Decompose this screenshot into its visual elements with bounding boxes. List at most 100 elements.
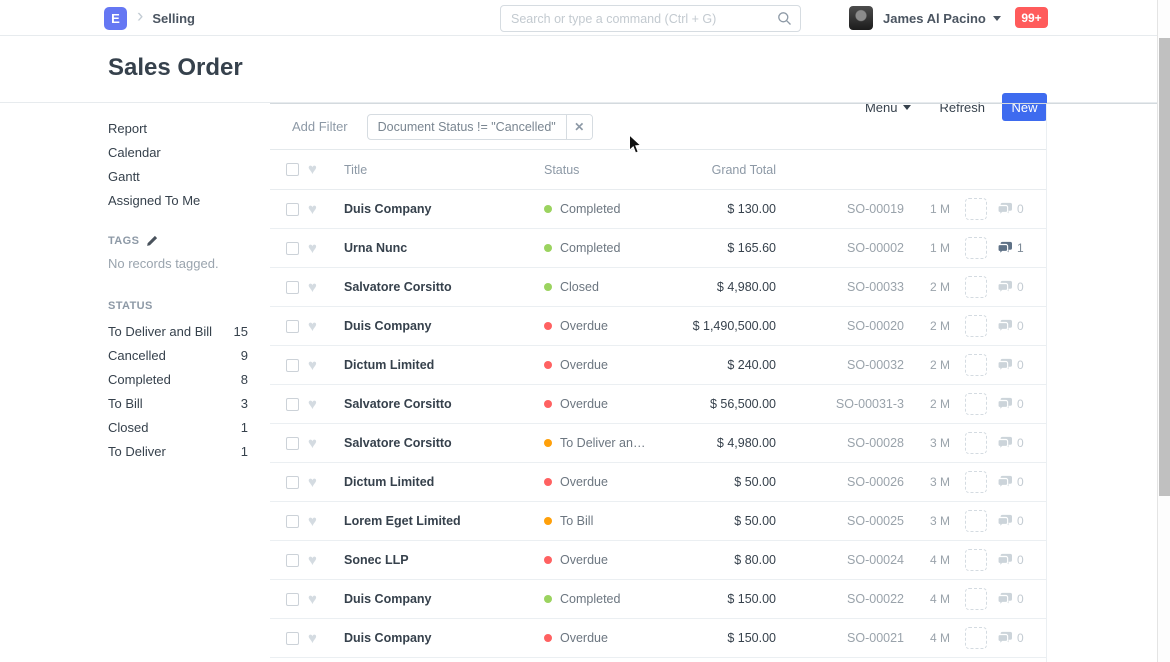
- assignee-placeholder[interactable]: [965, 198, 987, 220]
- row-age: 1 M: [930, 241, 960, 255]
- comment-indicator: 0: [997, 397, 1024, 411]
- row-title[interactable]: Salvatore Corsitto: [344, 436, 544, 450]
- like-heart-icon[interactable]: ♥: [308, 242, 323, 255]
- table-row[interactable]: ♥ Salvatore Corsitto Closed $ 4,980.00 S…: [270, 268, 1046, 307]
- row-title[interactable]: Urna Nunc: [344, 241, 544, 255]
- row-title[interactable]: Dictum Limited: [344, 475, 544, 489]
- row-checkbox[interactable]: [286, 281, 299, 294]
- like-heart-icon[interactable]: ♥: [308, 476, 323, 489]
- scrollbar-track[interactable]: [1157, 0, 1170, 662]
- assignee-placeholder[interactable]: [965, 510, 987, 532]
- row-title[interactable]: Lorem Eget Limited: [344, 514, 544, 528]
- row-title[interactable]: Salvatore Corsitto: [344, 280, 544, 294]
- table-row[interactable]: ♥ Duis Company Completed $ 130.00 SO-000…: [270, 190, 1046, 229]
- sidebar-status-filter[interactable]: Closed 1: [108, 416, 248, 440]
- table-row[interactable]: ♥ Salvatore Corsitto To Deliver an… $ 4,…: [270, 424, 1046, 463]
- sidebar-view-link[interactable]: Report: [108, 117, 248, 141]
- table-row[interactable]: ♥ Dictum Limited Overdue $ 50.00 SO-0002…: [270, 463, 1046, 502]
- assignee-placeholder[interactable]: [965, 471, 987, 493]
- row-checkbox[interactable]: [286, 398, 299, 411]
- row-checkbox[interactable]: [286, 359, 299, 372]
- like-heart-icon[interactable]: ♥: [308, 554, 323, 567]
- row-status: Overdue: [544, 319, 654, 333]
- table-row[interactable]: ♥ Duis Company Completed $ 150.00 SO-000…: [270, 580, 1046, 619]
- row-title[interactable]: Duis Company: [344, 319, 544, 333]
- table-row[interactable]: ♥ Urna Nunc Completed $ 165.60 SO-00002 …: [270, 229, 1046, 268]
- row-checkbox[interactable]: [286, 515, 299, 528]
- assignee-placeholder[interactable]: [965, 627, 987, 649]
- row-title[interactable]: Sonec LLP: [344, 553, 544, 567]
- comment-indicator: 0: [997, 319, 1024, 333]
- like-heart-icon[interactable]: ♥: [308, 281, 323, 294]
- row-checkbox[interactable]: [286, 554, 299, 567]
- assignee-placeholder[interactable]: [965, 549, 987, 571]
- sidebar-view-link[interactable]: Assigned To Me: [108, 189, 248, 213]
- like-heart-icon[interactable]: ♥: [308, 398, 323, 411]
- assignee-placeholder[interactable]: [965, 588, 987, 610]
- sidebar-view-link[interactable]: Calendar: [108, 141, 248, 165]
- like-heart-icon[interactable]: ♥: [308, 320, 323, 333]
- app-logo[interactable]: E: [104, 7, 127, 30]
- table-row[interactable]: ♥ Duis Company Overdue $ 150.00 SO-00021…: [270, 619, 1046, 658]
- comment-indicator: 0: [997, 280, 1024, 294]
- table-row[interactable]: ♥ Lorem Eget Limited To Bill $ 50.00 SO-…: [270, 502, 1046, 541]
- status-dot-icon: [544, 205, 552, 213]
- row-title[interactable]: Duis Company: [344, 592, 544, 606]
- assignee-placeholder[interactable]: [965, 432, 987, 454]
- row-checkbox[interactable]: [286, 242, 299, 255]
- like-heart-icon[interactable]: ♥: [308, 593, 323, 606]
- row-checkbox[interactable]: [286, 437, 299, 450]
- user-menu[interactable]: James Al Pacino: [849, 6, 1001, 30]
- row-checkbox[interactable]: [286, 476, 299, 489]
- row-title[interactable]: Salvatore Corsitto: [344, 397, 544, 411]
- row-checkbox[interactable]: [286, 632, 299, 645]
- like-heart-icon[interactable]: ♥: [308, 437, 323, 450]
- row-checkbox[interactable]: [286, 593, 299, 606]
- comments-icon: [997, 514, 1013, 528]
- search-input[interactable]: [500, 5, 801, 32]
- row-age: 2 M: [930, 358, 960, 372]
- sidebar-status-filter[interactable]: To Deliver 1: [108, 440, 248, 464]
- table-row[interactable]: ♥ Sonec LLP Overdue $ 80.00 SO-00024 4 M…: [270, 541, 1046, 580]
- select-all-checkbox[interactable]: [286, 163, 299, 176]
- sidebar-status-filter[interactable]: To Deliver and Bill 15: [108, 320, 248, 344]
- edit-tags-pencil-icon[interactable]: [146, 235, 158, 247]
- assignee-placeholder[interactable]: [965, 276, 987, 298]
- assignee-placeholder[interactable]: [965, 393, 987, 415]
- assignee-placeholder[interactable]: [965, 237, 987, 259]
- row-document-id: SO-00021: [776, 631, 904, 645]
- assignee-placeholder[interactable]: [965, 315, 987, 337]
- row-grand-total: $ 50.00: [654, 475, 776, 489]
- row-checkbox[interactable]: [286, 203, 299, 216]
- status-count: 15: [234, 320, 248, 344]
- row-title[interactable]: Dictum Limited: [344, 358, 544, 372]
- liked-filter-heart-icon[interactable]: ♥: [308, 163, 323, 176]
- like-heart-icon[interactable]: ♥: [308, 632, 323, 645]
- table-row[interactable]: ♥ Salvatore Corsitto Overdue $ 56,500.00…: [270, 385, 1046, 424]
- status-dot-icon: [544, 595, 552, 603]
- breadcrumb-chevron-icon: ›: [137, 6, 143, 28]
- like-heart-icon[interactable]: ♥: [308, 359, 323, 372]
- sidebar-status-filter[interactable]: Completed 8: [108, 368, 248, 392]
- like-heart-icon[interactable]: ♥: [308, 515, 323, 528]
- notification-badge[interactable]: 99+: [1015, 7, 1048, 28]
- row-title[interactable]: Duis Company: [344, 202, 544, 216]
- row-document-id: SO-00026: [776, 475, 904, 489]
- table-row[interactable]: ♥ Dictum Limited Overdue $ 240.00 SO-000…: [270, 346, 1046, 385]
- like-heart-icon[interactable]: ♥: [308, 203, 323, 216]
- row-age: 2 M: [930, 397, 960, 411]
- breadcrumb-selling[interactable]: Selling: [152, 11, 195, 26]
- sidebar-status-filter[interactable]: To Bill 3: [108, 392, 248, 416]
- sidebar-status-filter[interactable]: Cancelled 9: [108, 344, 248, 368]
- add-filter-button[interactable]: Add Filter: [292, 119, 348, 134]
- sidebar-view-link[interactable]: Gantt: [108, 165, 248, 189]
- filter-chip-label[interactable]: Document Status != "Cancelled": [368, 115, 566, 139]
- row-title[interactable]: Duis Company: [344, 631, 544, 645]
- row-checkbox[interactable]: [286, 320, 299, 333]
- tags-empty-text: No records tagged.: [108, 254, 248, 274]
- assignee-placeholder[interactable]: [965, 354, 987, 376]
- scrollbar-thumb[interactable]: [1159, 38, 1170, 496]
- table-row[interactable]: ♥ Duis Company Overdue $ 1,490,500.00 SO…: [270, 307, 1046, 346]
- comment-indicator: 0: [997, 475, 1024, 489]
- remove-filter-button[interactable]: ✕: [566, 115, 592, 139]
